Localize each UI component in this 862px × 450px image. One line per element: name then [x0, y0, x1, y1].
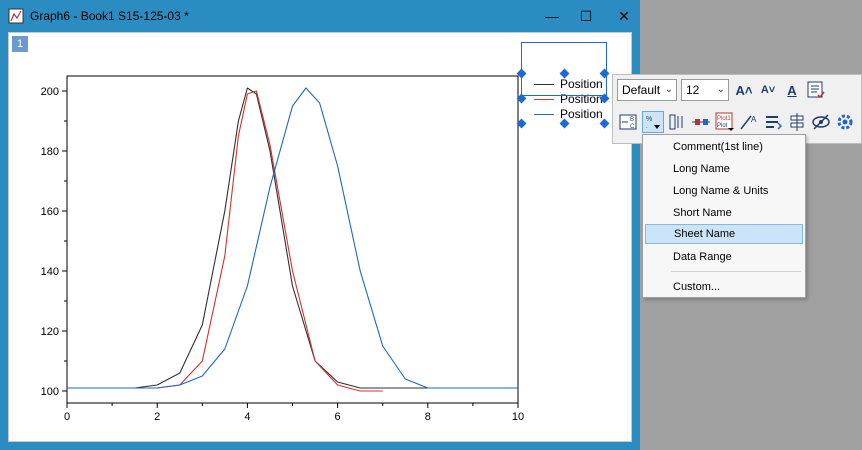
legend-line-icon [534, 98, 554, 100]
title-bar[interactable]: Graph6 - Book1 S15-125-03 * — ☐ ✕ [0, 0, 640, 32]
settings-icon[interactable] [834, 111, 856, 133]
legend-text-menu: Comment(1st line) Long Name Long Name & … [642, 134, 806, 298]
legend-label: Position [560, 107, 603, 121]
legend-columns-icon[interactable]: BC [617, 111, 639, 133]
menu-item-data-range[interactable]: Data Range [645, 247, 803, 267]
legend-update-icon[interactable] [805, 79, 827, 101]
series-line [67, 87, 518, 389]
y-tick-label: 120 [41, 326, 59, 338]
font-size-value: 12 [686, 83, 700, 97]
series-line [67, 90, 383, 392]
svg-text:Plot1: Plot1 [717, 116, 731, 122]
chevron-down-icon: ⌄ [716, 84, 725, 95]
x-tick-label: 6 [335, 411, 341, 423]
y-tick-label: 140 [41, 266, 59, 278]
menu-item-short-name[interactable]: Short Name [645, 203, 803, 223]
reverse-order-icon[interactable] [762, 111, 784, 133]
maximize-button[interactable]: ☐ [566, 0, 606, 32]
y-tick-label: 180 [41, 146, 59, 158]
alignment-icon[interactable] [786, 111, 808, 133]
hide-icon[interactable] [810, 111, 832, 133]
chevron-down-icon: ⌄ [664, 84, 673, 95]
legend-line-icon [534, 113, 554, 115]
text-slant-icon[interactable]: A [738, 111, 760, 133]
font-size-select[interactable]: 12 ⌄ [681, 79, 729, 101]
menu-item-custom[interactable]: Custom... [645, 277, 803, 297]
svg-text:C: C [630, 124, 635, 130]
x-tick-label: 8 [425, 411, 431, 423]
x-tick-label: 10 [512, 411, 524, 423]
svg-text:.: . [646, 124, 648, 130]
menu-item-long-name-units[interactable]: Long Name & Units [645, 181, 803, 201]
menu-separator [671, 271, 801, 272]
x-tick-label: 2 [154, 411, 160, 423]
svg-text:A: A [751, 115, 757, 124]
legend-entry: Position [534, 107, 608, 121]
graph-app-icon [8, 8, 24, 24]
font-select[interactable]: Default ⌄ [617, 79, 677, 101]
legend-text-icon[interactable]: %. [642, 111, 664, 133]
menu-item-long-name[interactable]: Long Name [645, 159, 803, 179]
svg-text:%: % [646, 116, 652, 123]
x-tick-label: 4 [244, 411, 250, 423]
legend-layout-icon[interactable] [666, 111, 688, 133]
y-tick-label: 100 [41, 386, 59, 398]
series-line [67, 87, 518, 389]
window-title: Graph6 - Book1 S15-125-03 * [30, 9, 189, 23]
close-button[interactable]: ✕ [604, 0, 644, 32]
font-select-value: Default [622, 83, 661, 97]
y-tick-label: 160 [41, 206, 59, 218]
svg-text:Plot: Plot [717, 123, 728, 129]
increase-font-icon[interactable]: A˄ [733, 79, 755, 101]
menu-item-sheet-name[interactable]: Sheet Name [645, 224, 803, 244]
plot-frame [66, 75, 519, 404]
legend-symbol-icon[interactable] [690, 111, 712, 133]
font-color-icon[interactable]: A [781, 79, 803, 101]
x-tick-label: 0 [64, 411, 70, 423]
plot-label-icon[interactable]: Plot1 Plot [714, 111, 736, 133]
svg-text:B: B [630, 117, 634, 123]
menu-item-comment[interactable]: Comment(1st line) [645, 137, 803, 157]
y-tick-label: 200 [41, 86, 59, 98]
decrease-font-icon[interactable]: A˅ [757, 79, 779, 101]
